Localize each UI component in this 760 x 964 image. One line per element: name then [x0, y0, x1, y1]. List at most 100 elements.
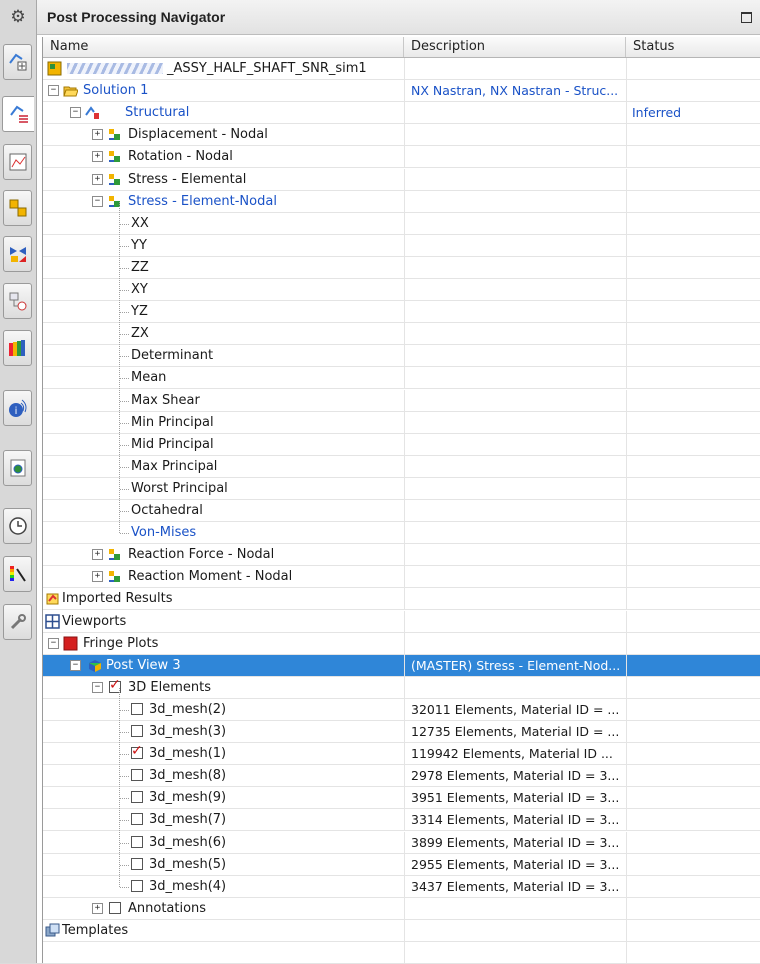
name-cell: − Stress - Element-Nodal — [43, 191, 404, 212]
expand-icon[interactable]: + — [92, 902, 103, 914]
tree-node-stress-component[interactable]: XX — [43, 212, 760, 235]
tree-node-result[interactable]: − Stress - Element-Nodal — [43, 190, 760, 213]
tree-node-annotations[interactable]: + Annotations — [43, 897, 760, 920]
checkbox[interactable] — [131, 813, 143, 826]
checkbox[interactable] — [109, 901, 121, 914]
tree-node-reaction[interactable]: + Reaction Force - Nodal — [43, 544, 760, 567]
description-cell — [404, 566, 626, 588]
status-cell — [626, 367, 760, 389]
tree-node-stress-component[interactable]: Determinant — [43, 345, 760, 368]
tree-node-solution[interactable]: − Solution 1 NX Nastran, NX Nastran - Stru… — [43, 80, 760, 103]
checkbox[interactable] — [131, 857, 143, 870]
tree-node-sim-file[interactable]: _ASSY_HALF_SHAFT_SNR_sim1 — [43, 58, 760, 80]
tree-guide-line — [120, 864, 129, 866]
status-cell — [626, 168, 760, 190]
tree-node-mesh[interactable]: 3d_mesh(9) 3951 Elements, Material ID = 3… — [43, 787, 760, 810]
web-browser-tab[interactable] — [3, 450, 32, 486]
tree-node-structural[interactable]: − Structural Inferred — [43, 102, 760, 125]
tree-node-mesh[interactable]: 3d_mesh(7) 3314 Elements, Material ID = 3… — [43, 809, 760, 832]
collapse-icon[interactable]: − — [48, 637, 59, 649]
tree-node-fringe-plots[interactable]: − Fringe Plots — [43, 632, 760, 655]
tree-node-mesh[interactable]: 3d_mesh(4) 3437 Elements, Material ID = 3… — [43, 875, 760, 898]
tree-node-post-view[interactable]: − Post View 3 (MASTER) Stress - Element-No… — [43, 654, 760, 677]
tree-node-mesh[interactable]: 3d_mesh(2) 32011 Elements, Material ID = … — [43, 698, 760, 721]
tree-node-stress-component[interactable]: Worst Principal — [43, 477, 760, 500]
tree-node-stress-component[interactable]: XY — [43, 279, 760, 301]
name-cell: − ✓ 3D Elements — [43, 677, 404, 698]
tree-node-result[interactable]: + Rotation - Nodal — [43, 146, 760, 169]
description-cell — [404, 919, 626, 941]
tree-node-stress-component[interactable]: Mid Principal — [43, 433, 760, 456]
collapse-icon[interactable]: − — [70, 659, 81, 671]
tree-node-imported-results[interactable]: Imported Results — [43, 588, 760, 611]
tree-guide-line — [120, 466, 129, 468]
name-cell: + Reaction Force - Nodal — [43, 544, 404, 565]
tree-guide-line — [119, 201, 120, 534]
tree-node-stress-component[interactable]: Octahedral — [43, 500, 760, 522]
expand-icon[interactable]: + — [92, 129, 103, 141]
status-cell — [626, 632, 760, 654]
tree-node-mesh[interactable]: ✓ 3d_mesh(1) 119942 Elements, Material ID … — [43, 743, 760, 766]
tree-node-templates[interactable]: Templates — [43, 919, 760, 942]
tree-node-stress-component[interactable]: ZZ — [43, 256, 760, 279]
checkbox[interactable] — [131, 725, 143, 737]
tree-node-stress-component[interactable]: Min Principal — [43, 411, 760, 434]
palette-tab[interactable] — [3, 556, 32, 592]
tools-tab[interactable] — [3, 604, 32, 640]
node-label: Stress - Elemental — [128, 171, 247, 187]
tree-node-result[interactable]: + Stress - Elemental — [43, 168, 760, 191]
column-status-header[interactable]: Status — [626, 37, 760, 57]
tree-node-mesh[interactable]: 3d_mesh(3) 12735 Elements, Material ID = … — [43, 721, 760, 743]
tree-node-stress-component[interactable]: Max Shear — [43, 389, 760, 412]
assembly-tab[interactable] — [3, 190, 32, 226]
status-cell — [626, 897, 760, 919]
history-tab[interactable] — [3, 508, 32, 544]
name-cell: 3d_mesh(5) — [43, 854, 404, 875]
description-cell — [404, 301, 626, 323]
checkbox[interactable] — [131, 879, 143, 892]
tree-node-reaction[interactable]: + Reaction Moment - Nodal — [43, 566, 760, 589]
tree-node-viewports[interactable]: Viewports — [43, 610, 760, 633]
checkbox-checked[interactable]: ✓ — [131, 743, 143, 760]
tree-node-mesh[interactable]: 3d_mesh(6) 3899 Elements, Material ID = 3… — [43, 831, 760, 854]
part-navigator-tab[interactable] — [3, 44, 32, 80]
roles-tab[interactable] — [3, 330, 32, 366]
tree-guide-line — [120, 223, 129, 225]
tree-node-stress-component[interactable]: Von-Mises — [43, 522, 760, 545]
gear-icon[interactable]: ⚙ — [0, 0, 36, 34]
checkbox[interactable] — [131, 769, 143, 782]
maximize-icon[interactable] — [741, 12, 752, 23]
expand-icon[interactable]: + — [92, 571, 103, 583]
expand-icon[interactable]: + — [92, 549, 103, 561]
checkbox[interactable] — [131, 702, 143, 715]
info-tab[interactable]: i — [3, 390, 32, 426]
column-name-header[interactable]: Name — [43, 37, 404, 57]
name-cell: Mid Principal — [43, 434, 404, 455]
tree-node-mesh[interactable]: 3d_mesh(8) 2978 Elements, Material ID = 3… — [43, 765, 760, 788]
result-icon — [107, 547, 122, 562]
constraints-tab[interactable] — [3, 236, 32, 272]
tree-node-result[interactable]: + Displacement - Nodal — [43, 124, 760, 147]
tree-guide-line — [120, 842, 129, 844]
graph-tab[interactable] — [3, 144, 32, 180]
checkbox[interactable] — [131, 791, 143, 804]
column-description-header[interactable]: Description — [404, 37, 626, 57]
tree-node-stress-component[interactable]: Mean — [43, 367, 760, 390]
collapse-icon[interactable]: − — [70, 107, 81, 119]
tree-node-stress-component[interactable]: YZ — [43, 301, 760, 324]
tree-node-stress-component[interactable]: ZX — [43, 323, 760, 346]
collapse-icon[interactable]: − — [92, 195, 103, 207]
tree-node-mesh[interactable]: 3d_mesh(5) 2955 Elements, Material ID = 3… — [43, 853, 760, 876]
tree-node-stress-component[interactable]: Max Principal — [43, 455, 760, 478]
collapse-icon[interactable]: − — [48, 85, 59, 97]
post-processing-navigator-tab[interactable] — [2, 96, 34, 132]
tree-guide-line — [120, 754, 129, 756]
tree-node-stress-component[interactable]: YY — [43, 234, 760, 257]
collapse-icon[interactable]: − — [92, 681, 103, 693]
tree-node-3d-elements[interactable]: − ✓ 3D Elements — [43, 676, 760, 699]
name-cell: Max Principal — [43, 456, 404, 477]
expand-icon[interactable]: + — [92, 151, 103, 163]
expand-icon[interactable]: + — [92, 173, 103, 185]
checkbox[interactable] — [131, 835, 143, 848]
reuse-library-tab[interactable] — [3, 283, 32, 319]
